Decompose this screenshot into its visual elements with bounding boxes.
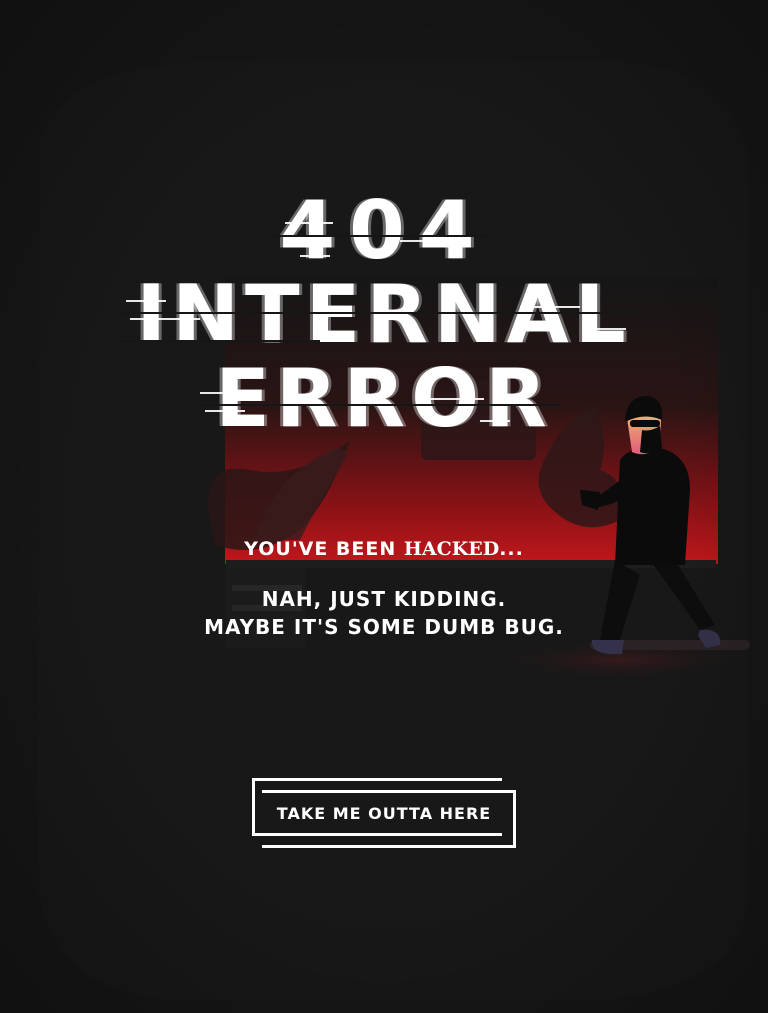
hacked-prefix: YOU'VE BEEN [244, 538, 404, 560]
take-me-outta-here-button[interactable]: TAKE ME OUTTA HERE [252, 778, 516, 850]
error-page: 404 INTERNAL ERROR YOU'VE BEEN HACKED...… [0, 0, 768, 1013]
bug-message: MAYBE IT'S SOME DUMB BUG. [204, 615, 564, 639]
error-title-line-1: INTERNAL [136, 268, 632, 361]
cta-container: TAKE ME OUTTA HERE [252, 778, 516, 850]
error-code-heading: 404 [279, 184, 489, 277]
hacked-message: YOU'VE BEEN HACKED... [0, 538, 768, 560]
error-title-line-2: ERROR [215, 352, 553, 445]
hacked-word: HACKED [403, 538, 500, 560]
kidding-message: NAH, JUST KIDDING. [261, 587, 507, 611]
vignette-overlay [0, 0, 768, 1013]
hacked-suffix: ... [499, 538, 524, 560]
